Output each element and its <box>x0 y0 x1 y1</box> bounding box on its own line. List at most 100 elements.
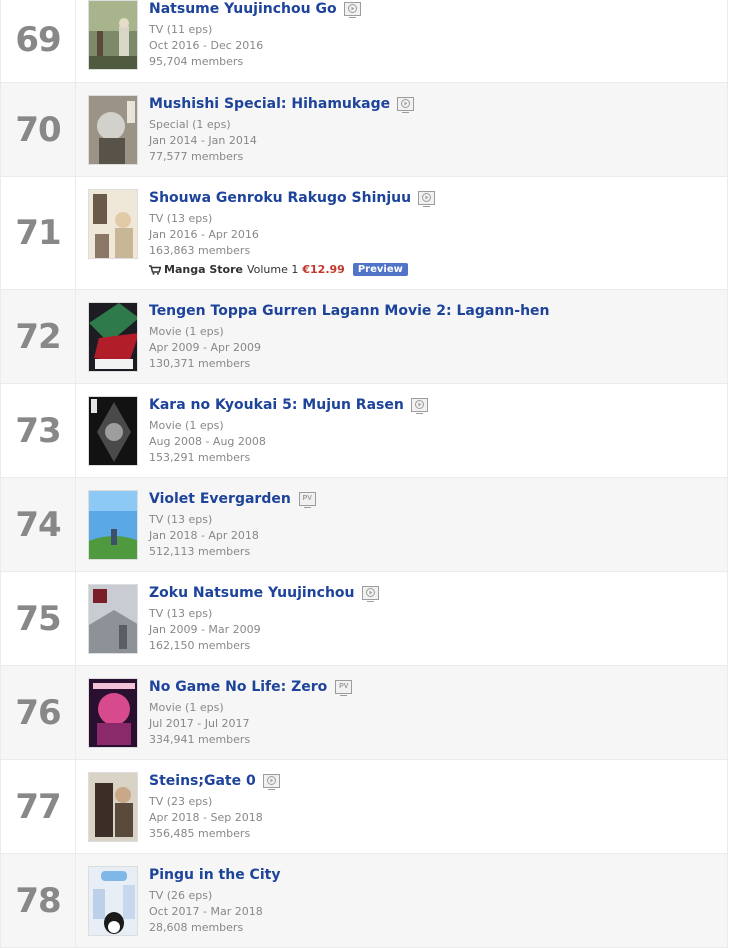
anime-thumbnail[interactable] <box>88 0 138 70</box>
anime-thumbnail[interactable] <box>88 490 138 560</box>
ranking-row: 74 Violet Evergarden PV TV (13 eps) Jan 2… <box>0 478 728 572</box>
rank-cell: 77 <box>1 760 76 853</box>
anime-title-link[interactable]: Mushishi Special: Hihamukage <box>149 96 390 112</box>
rank-number: 71 <box>15 213 61 253</box>
anime-info: Steins;Gate 0 TV (23 eps) Apr 2018 - Sep… <box>149 772 717 842</box>
ranking-row: 76 No Game No Life: Zero PV Movie (1 eps)… <box>0 666 728 760</box>
anime-dates: Jul 2017 - Jul 2017 <box>149 717 250 730</box>
anime-type: TV (23 eps) <box>149 795 213 808</box>
anime-title-link[interactable]: Zoku Natsume Yuujinchou <box>149 585 355 601</box>
anime-title-link[interactable]: Violet Evergarden <box>149 491 291 507</box>
rank-cell: 76 <box>1 666 76 759</box>
rank-cell: 78 <box>1 854 76 947</box>
preview-button[interactable]: Preview <box>352 263 408 276</box>
cart-icon <box>149 264 161 275</box>
anime-thumbnail[interactable] <box>88 302 138 372</box>
rank-cell: 70 <box>1 83 76 176</box>
anime-title-link[interactable]: Kara no Kyoukai 5: Mujun Rasen <box>149 397 404 413</box>
rank-cell: 69 <box>1 0 76 82</box>
anime-title-link[interactable]: No Game No Life: Zero <box>149 679 327 695</box>
manga-store-line: Manga Store Volume 1 €12.99 Preview <box>149 263 717 276</box>
play-video-icon[interactable] <box>418 190 436 207</box>
anime-info: Tengen Toppa Gurren Lagann Movie 2: Laga… <box>149 302 717 372</box>
rank-number: 76 <box>15 692 61 733</box>
ranking-row: 75 Zoku Natsume Yuujinchou TV (13 eps) J… <box>0 572 728 666</box>
rank-cell: 75 <box>1 572 76 665</box>
anime-dates: Oct 2016 - Dec 2016 <box>149 39 264 52</box>
anime-members: 334,941 members <box>149 733 251 746</box>
anime-members: 162,150 members <box>149 639 251 652</box>
rank-number: 73 <box>15 410 61 451</box>
play-video-icon[interactable] <box>397 96 415 113</box>
rank-number: 74 <box>15 504 61 545</box>
anime-info: Natsume Yuujinchou Go TV (11 eps) Oct 20… <box>149 0 717 70</box>
anime-info: Shouwa Genroku Rakugo Shinjuu TV (13 eps… <box>149 189 717 276</box>
manga-price: €12.99 <box>302 263 345 276</box>
anime-thumbnail[interactable] <box>88 772 138 842</box>
anime-type: Special (1 eps) <box>149 118 231 131</box>
play-video-icon[interactable] <box>410 397 428 414</box>
anime-dates: Jan 2016 - Apr 2016 <box>149 228 259 241</box>
anime-thumbnail[interactable] <box>88 678 138 748</box>
pv-icon[interactable]: PV <box>298 491 316 508</box>
rank-cell: 72 <box>1 290 76 383</box>
anime-info: No Game No Life: Zero PV Movie (1 eps) Ju… <box>149 678 717 748</box>
anime-title-link[interactable]: Shouwa Genroku Rakugo Shinjuu <box>149 190 411 206</box>
anime-thumbnail[interactable] <box>88 584 138 654</box>
anime-members: 95,704 members <box>149 55 244 68</box>
anime-thumbnail[interactable] <box>88 396 138 466</box>
rank-cell: 73 <box>1 384 76 477</box>
anime-members: 28,608 members <box>149 921 244 934</box>
ranking-row: 73 Kara no Kyoukai 5: Mujun Rasen Movie … <box>0 384 728 478</box>
anime-thumbnail[interactable] <box>88 95 138 165</box>
anime-type: Movie (1 eps) <box>149 325 224 338</box>
anime-members: 77,577 members <box>149 150 244 163</box>
pv-icon[interactable]: PV <box>335 679 353 696</box>
anime-dates: Apr 2009 - Apr 2009 <box>149 341 262 354</box>
rank-number: 78 <box>15 880 61 921</box>
anime-type: Movie (1 eps) <box>149 419 224 432</box>
manga-store-link[interactable]: Manga Store <box>164 263 243 276</box>
anime-title-link[interactable]: Pingu in the City <box>149 867 280 883</box>
ranking-row: 72 Tengen Toppa Gurren Lagann Movie 2: L… <box>0 290 728 384</box>
anime-thumbnail[interactable] <box>88 866 138 936</box>
anime-thumbnail[interactable] <box>88 189 138 259</box>
ranking-row: 77 Steins;Gate 0 TV (23 eps) Apr 2018 - … <box>0 760 728 854</box>
anime-type: Movie (1 eps) <box>149 701 224 714</box>
anime-type: TV (13 eps) <box>149 607 213 620</box>
anime-info: Kara no Kyoukai 5: Mujun Rasen Movie (1 … <box>149 396 717 466</box>
anime-dates: Oct 2017 - Mar 2018 <box>149 905 263 918</box>
rank-number: 72 <box>15 316 61 357</box>
ranking-row: 78 Pingu in the City TV (26 eps) Oct 201… <box>0 854 728 948</box>
anime-members: 130,371 members <box>149 357 251 370</box>
rank-number: 75 <box>15 598 61 639</box>
anime-info: Violet Evergarden PV TV (13 eps) Jan 2018… <box>149 490 717 560</box>
anime-dates: Jan 2018 - Apr 2018 <box>149 529 259 542</box>
anime-members: 153,291 members <box>149 451 251 464</box>
anime-members: 163,863 members <box>149 244 251 257</box>
play-video-icon[interactable] <box>361 585 379 602</box>
manga-volume: Volume 1 <box>246 263 299 276</box>
ranking-row: 70 Mushishi Special: Hihamukage Special … <box>0 83 728 177</box>
anime-dates: Apr 2018 - Sep 2018 <box>149 811 263 824</box>
anime-dates: Aug 2008 - Aug 2008 <box>149 435 266 448</box>
anime-title-link[interactable]: Tengen Toppa Gurren Lagann Movie 2: Laga… <box>149 303 550 319</box>
rank-cell: 71 <box>1 177 76 289</box>
anime-info: Pingu in the City TV (26 eps) Oct 2017 -… <box>149 866 717 936</box>
play-video-icon[interactable] <box>262 773 280 790</box>
anime-dates: Jan 2009 - Mar 2009 <box>149 623 261 636</box>
anime-title-link[interactable]: Natsume Yuujinchou Go <box>149 1 337 17</box>
rank-number: 77 <box>15 786 61 827</box>
anime-type: TV (26 eps) <box>149 889 213 902</box>
rank-cell: 74 <box>1 478 76 571</box>
ranking-row: 71 Shouwa Genroku Rakugo Shinjuu TV (13 … <box>0 177 728 290</box>
anime-type: TV (11 eps) <box>149 23 213 36</box>
rank-number: 70 <box>15 109 61 150</box>
anime-type: TV (13 eps) <box>149 212 213 225</box>
anime-info: Mushishi Special: Hihamukage Special (1 … <box>149 95 717 165</box>
ranking-row: 69 Natsume Yuujinchou Go TV (11 eps) Oct… <box>0 0 728 83</box>
play-video-icon[interactable] <box>343 1 361 18</box>
anime-info: Zoku Natsume Yuujinchou TV (13 eps) Jan … <box>149 584 717 654</box>
anime-title-link[interactable]: Steins;Gate 0 <box>149 773 256 789</box>
rank-number: 69 <box>15 20 61 60</box>
